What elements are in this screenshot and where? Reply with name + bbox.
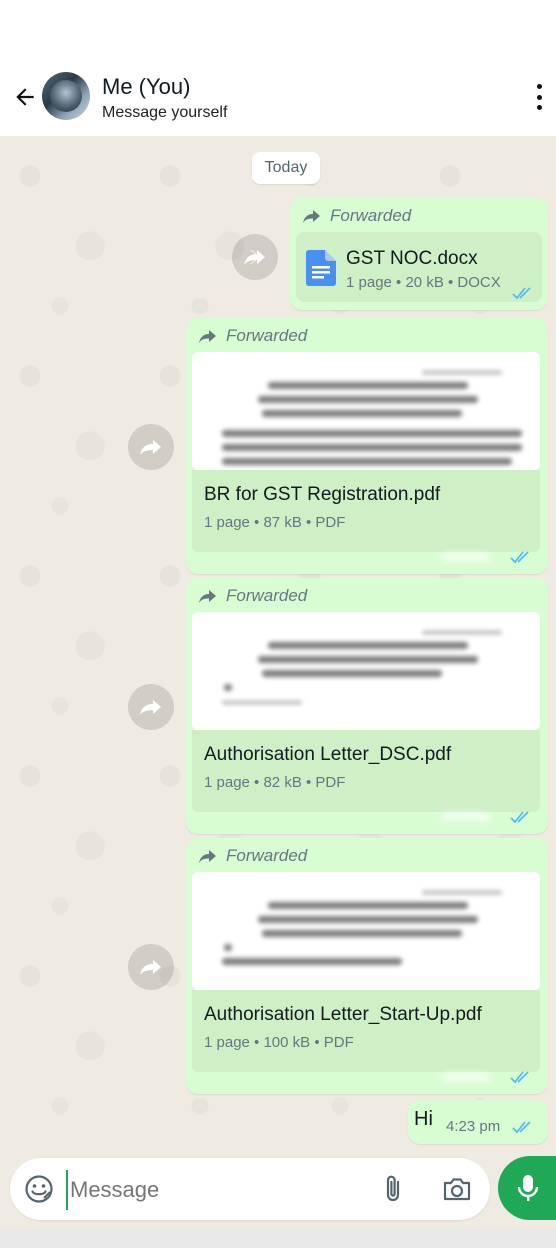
file-name: GST NOC.docx (346, 248, 478, 269)
message-bubble-pdf[interactable]: Forwarded BR for GST Registration.pdf 1 … (186, 318, 548, 574)
contact-name[interactable]: Me (You) (102, 74, 190, 100)
double-check-icon (510, 1071, 529, 1084)
message-text: Hi (414, 1108, 433, 1130)
more-options-button[interactable] (528, 82, 550, 112)
forward-button[interactable] (128, 424, 174, 470)
pdf-preview[interactable] (192, 872, 540, 990)
avatar[interactable] (42, 72, 90, 120)
forward-icon (140, 440, 161, 455)
mic-icon (517, 1175, 539, 1201)
message-composer (10, 1158, 490, 1220)
voice-message-button[interactable] (498, 1156, 556, 1220)
message-time: 4:23 pm (446, 1118, 501, 1135)
double-check-icon (510, 811, 529, 824)
message-bubble-pdf[interactable]: Forwarded Authorisation Letter_DSC.pdf 1… (186, 578, 548, 834)
back-arrow-icon (16, 88, 34, 106)
forwarded-label: Forwarded (198, 326, 307, 346)
document-icon (306, 250, 336, 286)
forwarded-label: Forwarded (302, 206, 411, 226)
status-bar (0, 0, 556, 68)
file-name: BR for GST Registration.pdf (204, 484, 441, 505)
forward-icon (199, 330, 216, 343)
forward-icon (199, 850, 216, 863)
forward-button[interactable] (128, 944, 174, 990)
forward-icon (244, 250, 265, 265)
forward-button[interactable] (232, 234, 278, 280)
forward-icon (199, 590, 216, 603)
emoji-icon (25, 1175, 53, 1203)
attach-icon (386, 1175, 400, 1202)
back-button[interactable] (8, 80, 42, 114)
camera-icon (443, 1178, 471, 1201)
file-meta: 1 page • 82 kB • PDF (204, 774, 346, 791)
message-bubble-text[interactable]: Hi 4:23 pm (408, 1100, 548, 1144)
forward-button[interactable] (128, 684, 174, 730)
pdf-file-info: BR for GST Registration.pdf 1 page • 87 … (192, 470, 540, 552)
chat-area[interactable]: Today Forwarded GST NOC.docx 1 page • 20… (0, 136, 556, 1156)
file-name: Authorisation Letter_Start-Up.pdf (204, 1004, 482, 1025)
message-input[interactable] (66, 1170, 372, 1210)
message-bubble-docx[interactable]: Forwarded GST NOC.docx 1 page • 20 kB • … (290, 198, 548, 310)
pdf-file-info: Authorisation Letter_DSC.pdf 1 page • 82… (192, 730, 540, 812)
pdf-file-info: Authorisation Letter_Start-Up.pdf 1 page… (192, 990, 540, 1072)
file-meta: 1 page • 20 kB • DOCX (346, 274, 501, 291)
date-chip: Today (252, 152, 320, 184)
attach-button[interactable] (376, 1172, 410, 1206)
camera-button[interactable] (440, 1172, 474, 1206)
document-card[interactable]: GST NOC.docx 1 page • 20 kB • DOCX (296, 232, 542, 302)
double-check-icon (512, 287, 531, 300)
forward-icon (140, 960, 161, 975)
forward-icon (140, 700, 161, 715)
forward-icon (303, 210, 320, 223)
double-check-icon (512, 1121, 531, 1134)
forwarded-label: Forwarded (198, 846, 307, 866)
forwarded-label: Forwarded (198, 586, 307, 606)
double-check-icon (510, 551, 529, 564)
file-meta: 1 page • 100 kB • PDF (204, 1034, 354, 1051)
system-nav-bar (0, 1230, 556, 1248)
contact-subtitle: Message yourself (102, 104, 228, 121)
chat-header: Me (You) Message yourself (0, 68, 556, 136)
pdf-preview[interactable] (192, 612, 540, 730)
emoji-button[interactable] (22, 1172, 56, 1206)
message-bubble-pdf[interactable]: Forwarded Authorisation Letter_Start-Up.… (186, 838, 548, 1094)
file-name: Authorisation Letter_DSC.pdf (204, 744, 452, 765)
pdf-preview[interactable] (192, 352, 540, 470)
more-vert-icon (536, 84, 542, 89)
file-meta: 1 page • 87 kB • PDF (204, 514, 346, 531)
